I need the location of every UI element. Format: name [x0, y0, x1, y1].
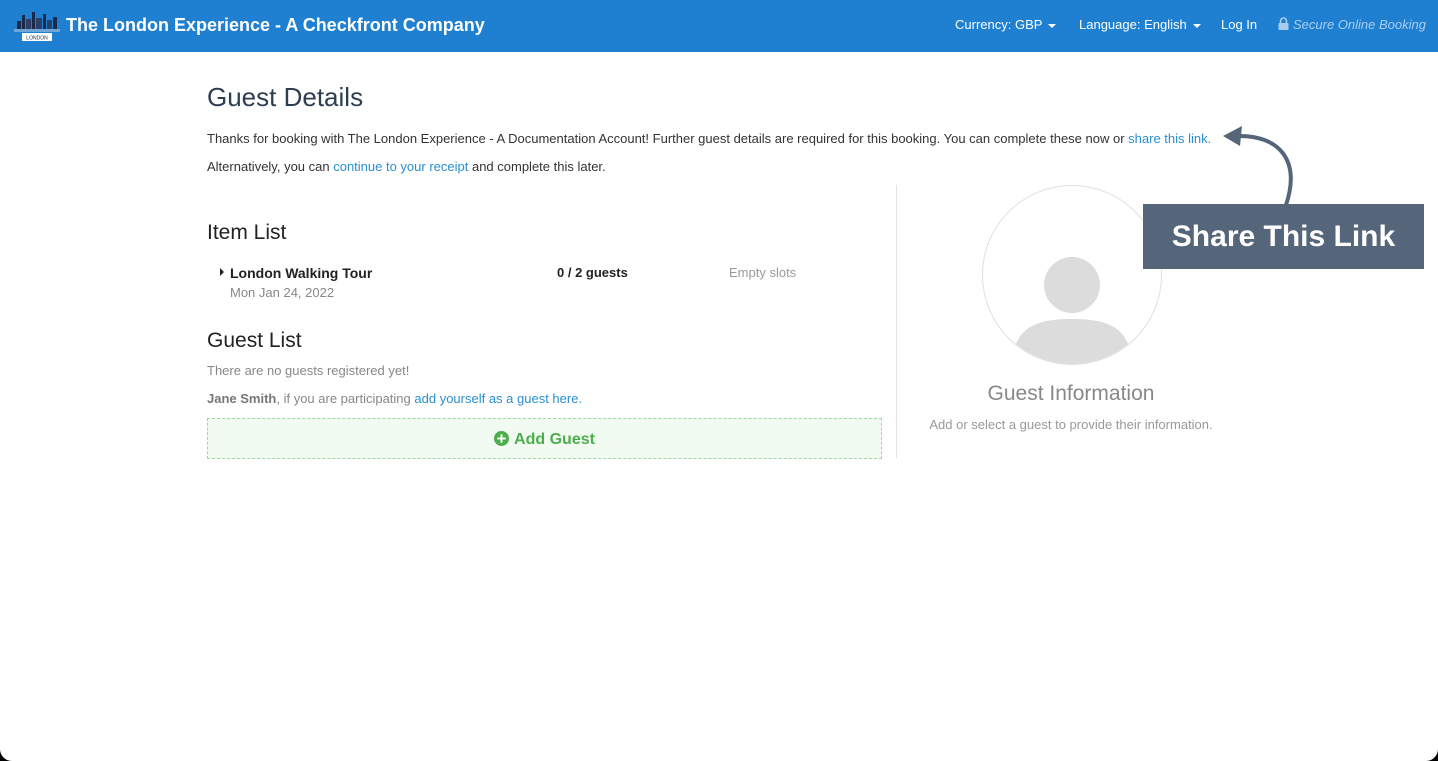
- column-divider: [896, 185, 897, 458]
- lock-icon: [1278, 17, 1289, 30]
- add-guest-button[interactable]: Add Guest: [207, 418, 882, 459]
- participant-line: Jane Smith, if you are participating add…: [207, 391, 582, 406]
- item-row[interactable]: London Walking Tour Mon Jan 24, 2022 0 /…: [207, 263, 867, 307]
- language-dropdown[interactable]: Language: English: [1079, 17, 1201, 32]
- currency-label: Currency: GBP: [955, 17, 1043, 32]
- intro-suffix: and complete this later.: [468, 159, 606, 174]
- item-guest-count: 0 / 2 guests: [557, 265, 628, 280]
- secure-booking-badge: Secure Online Booking: [1278, 17, 1426, 32]
- guest-avatar-placeholder: [982, 185, 1162, 365]
- guest-list-heading: Guest List: [207, 329, 302, 352]
- caret-down-icon: [1192, 23, 1201, 28]
- intro-prefix: Alternatively, you can: [207, 159, 334, 174]
- add-yourself-link[interactable]: add yourself as a guest here.: [414, 391, 582, 406]
- page: LONDON The London Experience - A Checkfr…: [0, 0, 1438, 761]
- svg-text:LONDON: LONDON: [26, 36, 48, 42]
- intro-line-2: Alternatively, you can continue to your …: [207, 159, 606, 174]
- no-guests-text: There are no guests registered yet!: [207, 363, 410, 378]
- page-title: Guest Details: [207, 82, 364, 112]
- company-logo[interactable]: LONDON: [14, 9, 60, 42]
- login-link[interactable]: Log In: [1221, 17, 1257, 32]
- user-silhouette-icon: [1013, 257, 1131, 364]
- item-date: Mon Jan 24, 2022: [230, 285, 335, 300]
- language-label: Language: English: [1079, 17, 1187, 32]
- participant-text: , if you are participating: [276, 391, 415, 406]
- intro-text: Thanks for booking with The London Exper…: [207, 131, 1129, 146]
- guest-info-subtitle: Add or select a guest to provide their i…: [929, 417, 1213, 432]
- currency-dropdown[interactable]: Currency: GBP: [955, 17, 1057, 32]
- intro-line-1: Thanks for booking with The London Exper…: [207, 131, 1211, 146]
- add-guest-label: Add Guest: [514, 431, 595, 448]
- guest-count-value: 0: [557, 265, 565, 280]
- share-link[interactable]: share this link.: [1128, 131, 1211, 146]
- expand-triangle-icon[interactable]: [220, 268, 224, 276]
- guest-count-total: / 2 guests: [567, 265, 628, 280]
- plus-circle-icon: [494, 431, 510, 446]
- brand-title[interactable]: The London Experience - A Checkfront Com…: [66, 15, 485, 36]
- navbar: LONDON The London Experience - A Checkfr…: [0, 0, 1438, 52]
- item-name: London Walking Tour: [230, 265, 373, 281]
- caret-down-icon: [1048, 23, 1057, 28]
- share-this-link-callout: Share This Link: [1143, 204, 1424, 269]
- item-list-heading: Item List: [207, 221, 287, 244]
- curved-arrow-icon: [1223, 126, 1293, 207]
- participant-name: Jane Smith: [207, 391, 277, 406]
- item-status: Empty slots: [729, 265, 797, 280]
- secure-booking-text: Secure Online Booking: [1293, 17, 1426, 32]
- guest-info-title: Guest Information: [987, 382, 1155, 405]
- receipt-link[interactable]: continue to your receipt: [333, 159, 468, 174]
